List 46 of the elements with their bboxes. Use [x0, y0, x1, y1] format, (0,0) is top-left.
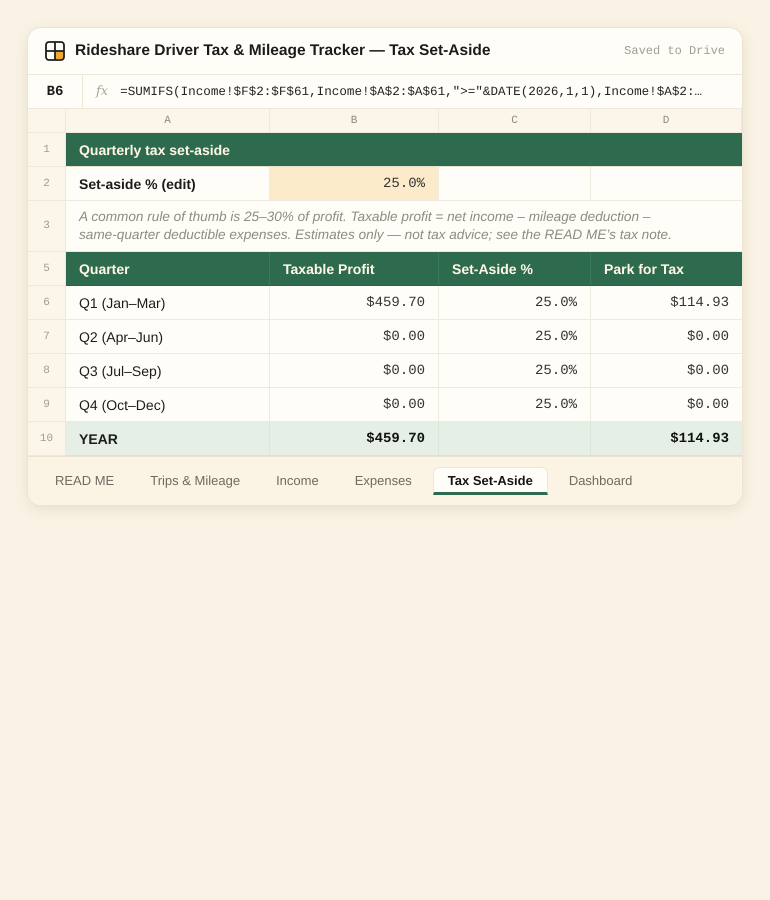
column-header[interactable]: C — [439, 109, 591, 133]
table-cell: Q3 (Jul–Sep) — [66, 354, 270, 388]
formula-text: =SUMIFS(Income!$F$2:$F$61,Income!$A$2:$A$61,">="&DATE(2026,1,1),Income!$A$2:… — [120, 84, 702, 98]
header-cell: Quarter — [66, 252, 270, 286]
table-cell: Q2 (Apr–Jun) — [66, 320, 270, 354]
section-title-cell: Quarterly tax set-aside — [66, 133, 742, 167]
total-cell: $459.70 — [270, 422, 439, 456]
table-cell: $0.00 — [591, 320, 742, 354]
row-number[interactable]: 1 — [28, 133, 66, 167]
sheet-tab[interactable]: READ ME — [40, 467, 130, 495]
row-number[interactable]: 3 — [28, 201, 66, 252]
input-cell[interactable]: 25.0% — [270, 167, 439, 201]
grid-icon — [45, 41, 65, 61]
table-cell: $0.00 — [270, 320, 439, 354]
sheet-tab[interactable]: Income — [261, 467, 334, 495]
table-cell: 25.0% — [439, 354, 591, 388]
header-cell: Park for Tax — [591, 252, 742, 286]
row-number[interactable]: 8 — [28, 354, 66, 388]
header-cell: Set-Aside % — [439, 252, 591, 286]
table-cell: $459.70 — [270, 286, 439, 320]
row-number[interactable]: 5 — [28, 252, 66, 286]
table-cell: $114.93 — [591, 286, 742, 320]
sheet-tab[interactable]: Dashboard — [554, 467, 648, 495]
table-cell: Q1 (Jan–Mar) — [66, 286, 270, 320]
function-label: fx — [96, 84, 108, 99]
save-status: Saved to Drive — [624, 44, 725, 58]
table-cell: 25.0% — [439, 286, 591, 320]
cell-reference: B6 — [28, 75, 83, 108]
sheet-tab[interactable]: Tax Set-Aside — [432, 467, 548, 495]
window-title: Rideshare Driver Tax & Mileage Tracker — Tax Set-Aside — [75, 42, 491, 60]
header-cell: Taxable Profit — [270, 252, 439, 286]
row-number[interactable]: 9 — [28, 388, 66, 422]
column-header[interactable]: D — [591, 109, 742, 133]
column-header[interactable]: A — [66, 109, 270, 133]
table-cell: $0.00 — [270, 354, 439, 388]
total-label: YEAR — [66, 422, 270, 456]
row-number[interactable]: 10 — [28, 422, 66, 456]
column-header[interactable]: B — [270, 109, 439, 133]
sheet-tab[interactable]: Trips & Mileage — [135, 467, 256, 495]
total-cell: $114.93 — [591, 422, 742, 456]
table-cell: 25.0% — [439, 320, 591, 354]
table-cell: $0.00 — [591, 354, 742, 388]
row-number[interactable]: 6 — [28, 286, 66, 320]
row-number[interactable]: 2 — [28, 167, 66, 201]
row-number[interactable]: 7 — [28, 320, 66, 354]
sheet-tab[interactable]: Expenses — [340, 467, 427, 495]
